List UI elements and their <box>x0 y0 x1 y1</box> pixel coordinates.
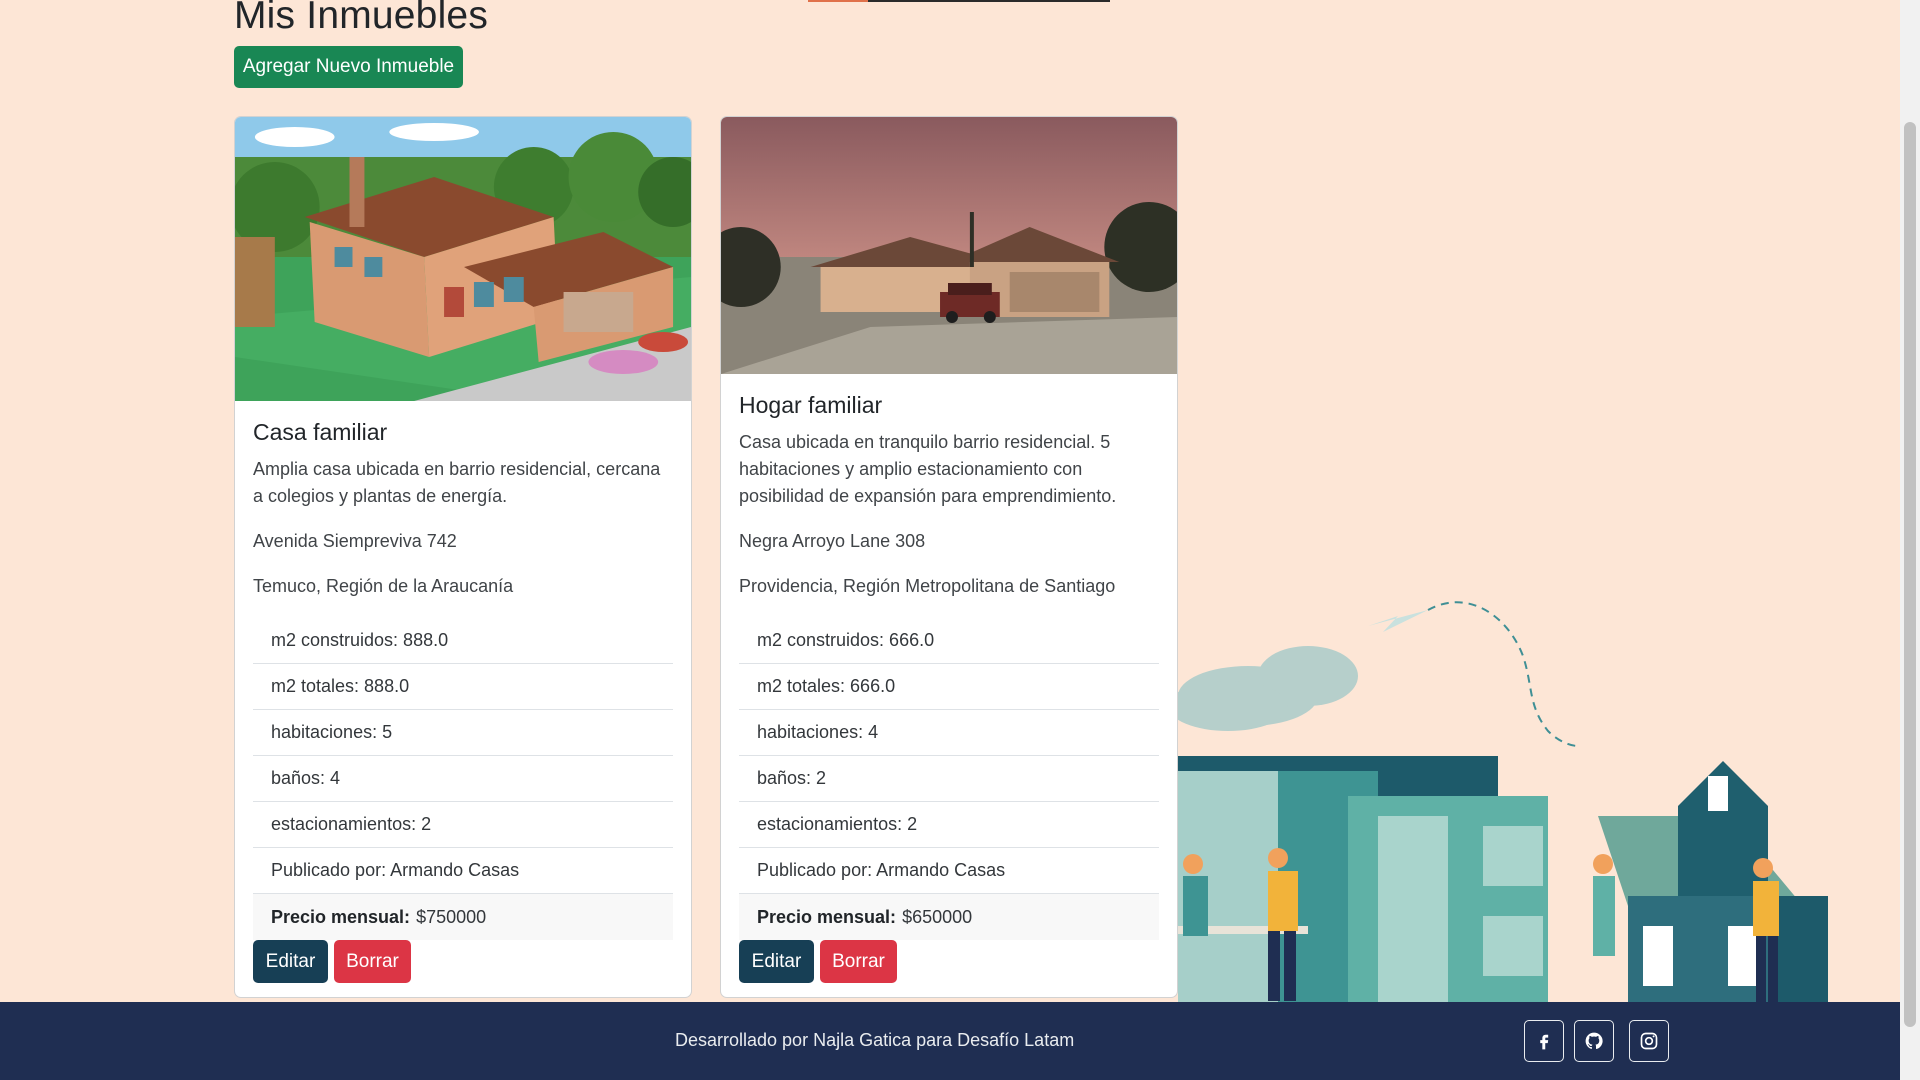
property-card: Hogar familiar Casa ubicada en tranquilo… <box>720 116 1178 998</box>
property-description: Amplia casa ubicada en barrio residencia… <box>253 459 661 506</box>
card-actions: Editar Borrar <box>739 940 1159 983</box>
scrollbar-thumb[interactable] <box>1904 122 1916 1027</box>
property-title: Casa familiar <box>253 419 388 445</box>
instagram-icon <box>1640 1032 1658 1050</box>
edit-button[interactable]: Editar <box>253 940 328 983</box>
parking: estacionamientos: 2 <box>739 802 1159 848</box>
price-label: Precio mensual: <box>757 906 897 927</box>
property-image <box>721 117 1177 374</box>
baths: baños: 4 <box>253 756 673 802</box>
property-location: Temuco, Región de la Araucanía <box>253 576 514 596</box>
property-card: Casa familiar Amplia casa ubicada en bar… <box>234 116 692 998</box>
property-details-list: m2 construidos: 666.0 m2 totales: 666.0 … <box>739 618 1159 940</box>
rooms: habitaciones: 5 <box>253 710 673 756</box>
monthly-price: Precio mensual: $750000 <box>253 894 673 940</box>
delete-button[interactable]: Borrar <box>820 940 897 983</box>
facebook-icon <box>1540 1034 1549 1050</box>
baths: baños: 2 <box>739 756 1159 802</box>
price-label: Precio mensual: <box>271 906 411 927</box>
property-image <box>235 117 691 401</box>
price-value: $750000 <box>416 906 487 927</box>
property-details-list: m2 construidos: 888.0 m2 totales: 888.0 … <box>253 618 673 940</box>
scrollbar[interactable] <box>1900 0 1920 1080</box>
top-scroll-indicator <box>808 0 1110 2</box>
property-address: Negra Arroyo Lane 308 <box>739 531 926 551</box>
property-address: Avenida Siempreviva 742 <box>253 531 457 551</box>
m2-built: m2 construidos: 888.0 <box>253 618 673 664</box>
footer-credit: Desarrollado por Najla Gatica para Desaf… <box>675 1030 1075 1050</box>
parking: estacionamientos: 2 <box>253 802 673 848</box>
delete-button[interactable]: Borrar <box>334 940 411 983</box>
property-description: Casa ubicada en tranquilo barrio residen… <box>739 432 1117 506</box>
property-location: Providencia, Región Metropolitana de San… <box>739 576 1116 596</box>
github-link[interactable] <box>1574 1020 1614 1062</box>
github-icon <box>1585 1032 1603 1050</box>
page-title: Mis Inmuebles <box>234 0 489 37</box>
instagram-link[interactable] <box>1629 1020 1669 1062</box>
property-title: Hogar familiar <box>739 392 883 418</box>
facebook-link[interactable] <box>1524 1020 1564 1062</box>
rooms: habitaciones: 4 <box>739 710 1159 756</box>
card-actions: Editar Borrar <box>253 940 673 983</box>
m2-total: m2 totales: 666.0 <box>739 664 1159 710</box>
add-property-button[interactable]: Agregar Nuevo Inmueble <box>234 46 463 88</box>
monthly-price: Precio mensual: $650000 <box>739 894 1159 940</box>
published-by: Publicado por: Armando Casas <box>739 848 1159 894</box>
city-illustration <box>1168 596 1878 1002</box>
m2-built: m2 construidos: 666.0 <box>739 618 1159 664</box>
published-by: Publicado por: Armando Casas <box>253 848 673 894</box>
indicator-accent <box>808 0 868 2</box>
edit-button[interactable]: Editar <box>739 940 814 983</box>
m2-total: m2 totales: 888.0 <box>253 664 673 710</box>
price-value: $650000 <box>902 906 973 927</box>
footer: Desarrollado por Najla Gatica para Desaf… <box>0 1002 1900 1080</box>
